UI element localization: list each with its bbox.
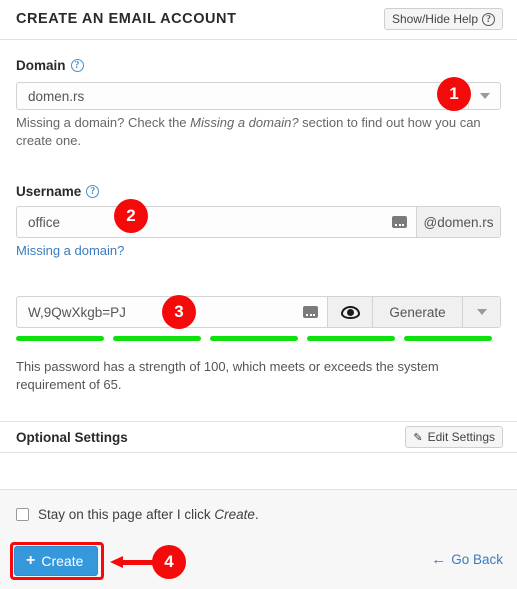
edit-settings-label: Edit Settings [427,430,495,444]
username-label-text: Username [16,184,82,199]
optional-settings-bar: Optional Settings ✎ Edit Settings [0,421,517,453]
pencil-icon: ✎ [413,431,423,444]
page-title: CREATE AN EMAIL ACCOUNT [16,11,237,27]
domain-dropdown-toggle[interactable] [468,83,500,109]
page-header: CREATE AN EMAIL ACCOUNT Show/Hide Help ? [0,0,517,40]
username-input-group: office @domen.rs [16,206,501,238]
strength-bar [16,336,104,341]
keyboard-icon [392,216,407,228]
password-strength-meter [16,336,492,341]
username-input[interactable]: office [17,215,392,230]
password-visibility-toggle[interactable] [327,297,372,327]
step-badge-3: 3 [162,295,196,329]
go-back-label: Go Back [451,552,503,567]
question-circle-icon[interactable]: ? [70,59,84,72]
strength-bar [210,336,298,341]
password-strength-text: This password has a strength of 100, whi… [16,359,439,392]
step-badge-1: 1 [437,77,471,111]
strength-bar [307,336,395,341]
domain-select[interactable]: domen.rs [16,82,501,110]
password-input-group: W,9QwXkgb=PJ Generate [16,296,501,328]
stay-on-page-row: Stay on this page after I click Create. [16,507,259,522]
stay-on-page-label: Stay on this page after I click Create. [38,507,259,522]
question-circle-icon[interactable]: ? [86,185,100,198]
eye-icon [340,305,360,319]
create-email-account-page: CREATE AN EMAIL ACCOUNT Show/Hide Help ?… [0,0,517,589]
generate-password-button[interactable]: Generate [372,297,462,327]
question-circle-icon: ? [482,12,495,26]
generate-password-label: Generate [389,304,446,320]
stay-on-page-checkbox[interactable] [16,508,29,521]
username-autofill-button[interactable] [392,216,416,228]
generate-options-dropdown[interactable] [462,297,500,327]
step-badge-2: 2 [114,199,148,233]
optional-settings-title: Optional Settings [16,430,128,445]
show-hide-help-label: Show/Hide Help [391,12,478,26]
show-hide-help-button[interactable]: Show/Hide Help ? [383,8,503,30]
chevron-down-icon [476,309,487,315]
domain-label: Domain ? [16,58,84,73]
domain-helper-text: Missing a domain? Check the Missing a do… [16,114,506,150]
keyboard-icon [303,306,318,318]
create-button-label: Create [41,553,84,569]
domain-label-text: Domain [16,58,66,73]
domain-helper-italic: Missing a domain? [190,115,299,130]
arrow-left-icon: ← [431,551,447,568]
stay-on-page-prefix: Stay on this page after I click [38,507,215,522]
go-back-link[interactable]: ← Go Back [431,552,503,567]
create-button[interactable]: + Create [14,546,99,576]
username-domain-addon: @domen.rs [416,207,500,237]
domain-value: domen.rs [28,88,85,104]
step-badge-4: 4 [152,545,186,579]
plus-icon: + [26,552,36,569]
chevron-down-icon [479,93,490,99]
stay-on-page-suffix: . [254,507,259,522]
username-domain-addon-label: @domen.rs [423,214,494,230]
stay-on-page-emphasis: Create [214,507,255,522]
password-autofill-button[interactable] [303,306,327,318]
domain-helper-prefix: Missing a domain? Check the [16,115,191,130]
step-4-arrow [110,556,158,568]
password-input[interactable]: W,9QwXkgb=PJ [17,305,303,320]
strength-bar [113,336,201,341]
missing-domain-link[interactable]: Missing a domain? [16,243,124,258]
edit-settings-button[interactable]: ✎ Edit Settings [405,426,503,448]
strength-bar [404,336,492,341]
username-label: Username ? [16,184,100,199]
